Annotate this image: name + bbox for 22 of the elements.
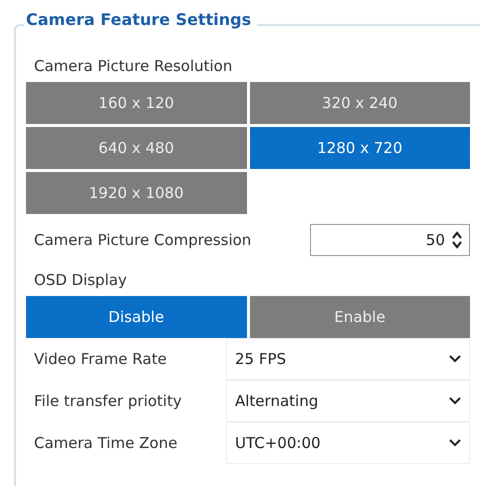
resolution-option[interactable]: 160 x 120 [26, 82, 246, 124]
resolution-option[interactable]: 640 x 480 [26, 127, 246, 169]
field-label: File transfer priotity [33, 392, 183, 410]
spinner-icon[interactable] [451, 230, 463, 250]
dropdown[interactable]: Alternating [226, 380, 470, 422]
field-label: Camera Picture Compression [33, 230, 252, 251]
resolution-option[interactable]: 1280 x 720 [250, 127, 470, 169]
dropdown[interactable]: UTC+00:00 [226, 422, 470, 464]
dropdown[interactable]: 25 FPS [226, 338, 470, 380]
resolution-option[interactable]: 1920 x 1080 [26, 172, 246, 214]
field-label: Camera Picture Resolution [33, 56, 234, 77]
toggle-option[interactable]: Disable [26, 296, 246, 338]
number-field[interactable]: 50 [310, 224, 470, 256]
field-label: OSD Display [33, 270, 128, 291]
field-label: Video Frame Rate [33, 350, 168, 368]
field-label: Camera Time Zone [33, 434, 178, 452]
chevron-down-icon [449, 355, 461, 363]
chevron-down-icon [449, 439, 461, 447]
chevron-down-icon [449, 397, 461, 405]
group-title: Camera Feature Settings [24, 10, 258, 29]
resolution-option[interactable]: 320 x 240 [250, 82, 470, 124]
toggle-option[interactable]: Enable [250, 296, 470, 338]
